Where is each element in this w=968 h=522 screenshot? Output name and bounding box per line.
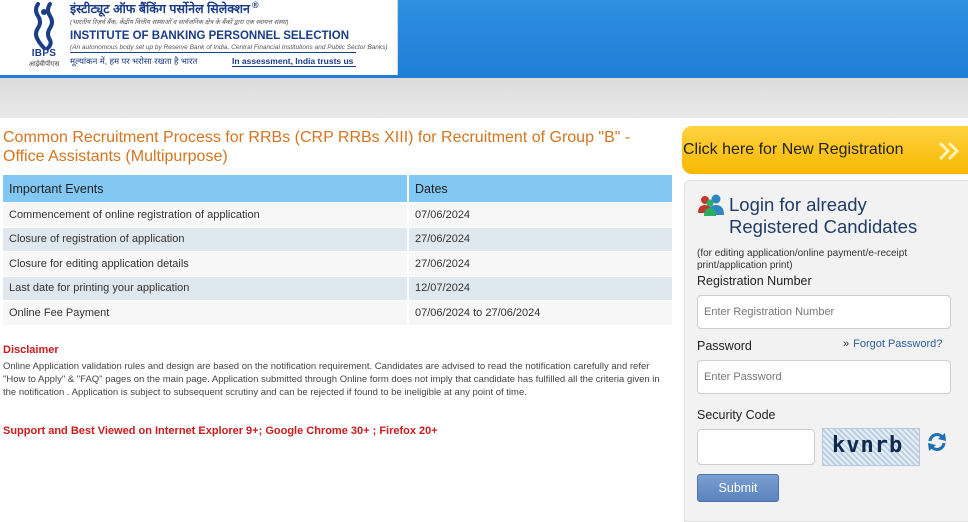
disclaimer-text: Online Application validation rules and …: [3, 361, 660, 398]
nav-bar: [0, 78, 968, 118]
registration-number-input[interactable]: [697, 295, 951, 329]
org-name-english-subtitle: (An autonomous body set up by Reserve Ba…: [70, 44, 388, 51]
org-name-hindi: इंस्टीट्यूट ऑफ बैंकिंग पर्सोनेल सिलेक्शन…: [70, 0, 259, 17]
column-header-dates: Dates: [408, 175, 672, 203]
table-header-row: Important Events Dates: [3, 175, 672, 203]
registered-mark: ®: [251, 0, 259, 10]
login-note: (for editing application/online payment/…: [697, 248, 908, 271]
date-cell: 07/06/2024: [408, 202, 672, 227]
header-divider: [70, 52, 356, 53]
page-title: Common Recruitment Process for RRBs (CRP…: [3, 129, 631, 165]
date-cell: 27/06/2024: [408, 226, 672, 252]
double-chevron-right-icon: »: [843, 338, 850, 350]
captcha-text: kvnrb: [832, 433, 904, 458]
double-chevron-right-icon: [938, 141, 960, 161]
logo-box: IBPS आईबीपीएस इंस्टीट्यूट ऑफ बैंकिंग पर्…: [0, 0, 398, 75]
tagline-english: In assessment, India trusts us: [232, 56, 354, 66]
org-name-hindi-text: इंस्टीट्यूट ऑफ बैंकिंग पर्सोनेल सिलेक्शन: [70, 2, 250, 17]
event-cell: Online Fee Payment: [3, 300, 409, 325]
emblem-sublabel: आईबीपीएस: [28, 61, 60, 68]
event-cell: Closure for editing application details: [3, 251, 409, 276]
forgot-password-label: Forgot Password?: [853, 338, 943, 350]
table-row: Online Fee Payment 07/06/2024 to 27/06/2…: [3, 300, 672, 325]
security-code-input[interactable]: [697, 429, 815, 465]
tagline-hindi: मूल्यांकन में, हम पर भरोसा रखता है भारत: [70, 56, 198, 66]
table-row: Closure of registration of application 2…: [3, 226, 672, 252]
tagline-underline: [232, 66, 356, 67]
password-input[interactable]: [697, 360, 951, 394]
org-name-english: INSTITUTE OF BANKING PERSONNEL SELECTION: [70, 30, 349, 42]
submit-button[interactable]: Submit: [697, 474, 779, 502]
event-cell: Last date for printing your application: [3, 275, 409, 301]
org-name-hindi-subtitle: (भारतीय रिज़र्व बैंक, केंद्रीय वित्तीय स…: [70, 19, 289, 26]
table-row: Commencement of online registration of a…: [3, 202, 672, 227]
disclaimer-heading: Disclaimer: [3, 344, 59, 356]
registration-number-label: Registration Number: [697, 274, 812, 288]
date-cell: 12/07/2024: [408, 275, 672, 301]
refresh-icon[interactable]: [926, 431, 948, 453]
event-cell: Commencement of online registration of a…: [3, 202, 409, 227]
login-title: Login for already Registered Candidates: [729, 194, 918, 237]
event-cell: Closure of registration of application: [3, 226, 409, 252]
important-events-table: Important Events Dates Commencement of o…: [3, 175, 672, 325]
date-cell: 27/06/2024: [408, 251, 672, 276]
emblem-label: IBPS: [31, 48, 57, 59]
new-registration-label: Click here for New Registration: [683, 141, 904, 158]
password-label: Password: [697, 339, 752, 353]
new-registration-button[interactable]: Click here for New Registration: [682, 126, 968, 174]
forgot-password-link[interactable]: » Forgot Password?: [843, 338, 942, 350]
date-cell: 07/06/2024 to 27/06/2024: [408, 300, 672, 325]
column-header-events: Important Events: [3, 175, 409, 203]
table-row: Closure for editing application details …: [3, 251, 672, 276]
browser-support-note: Support and Best Viewed on Internet Expl…: [3, 425, 438, 437]
security-code-label: Security Code: [697, 408, 776, 422]
site-header: IBPS आईबीपीएस इंस्टीट्यूट ऑफ बैंकिंग पर्…: [0, 0, 968, 78]
table-row: Last date for printing your application …: [3, 275, 672, 301]
users-icon: [698, 194, 724, 216]
ibps-emblem-icon: [34, 2, 54, 50]
